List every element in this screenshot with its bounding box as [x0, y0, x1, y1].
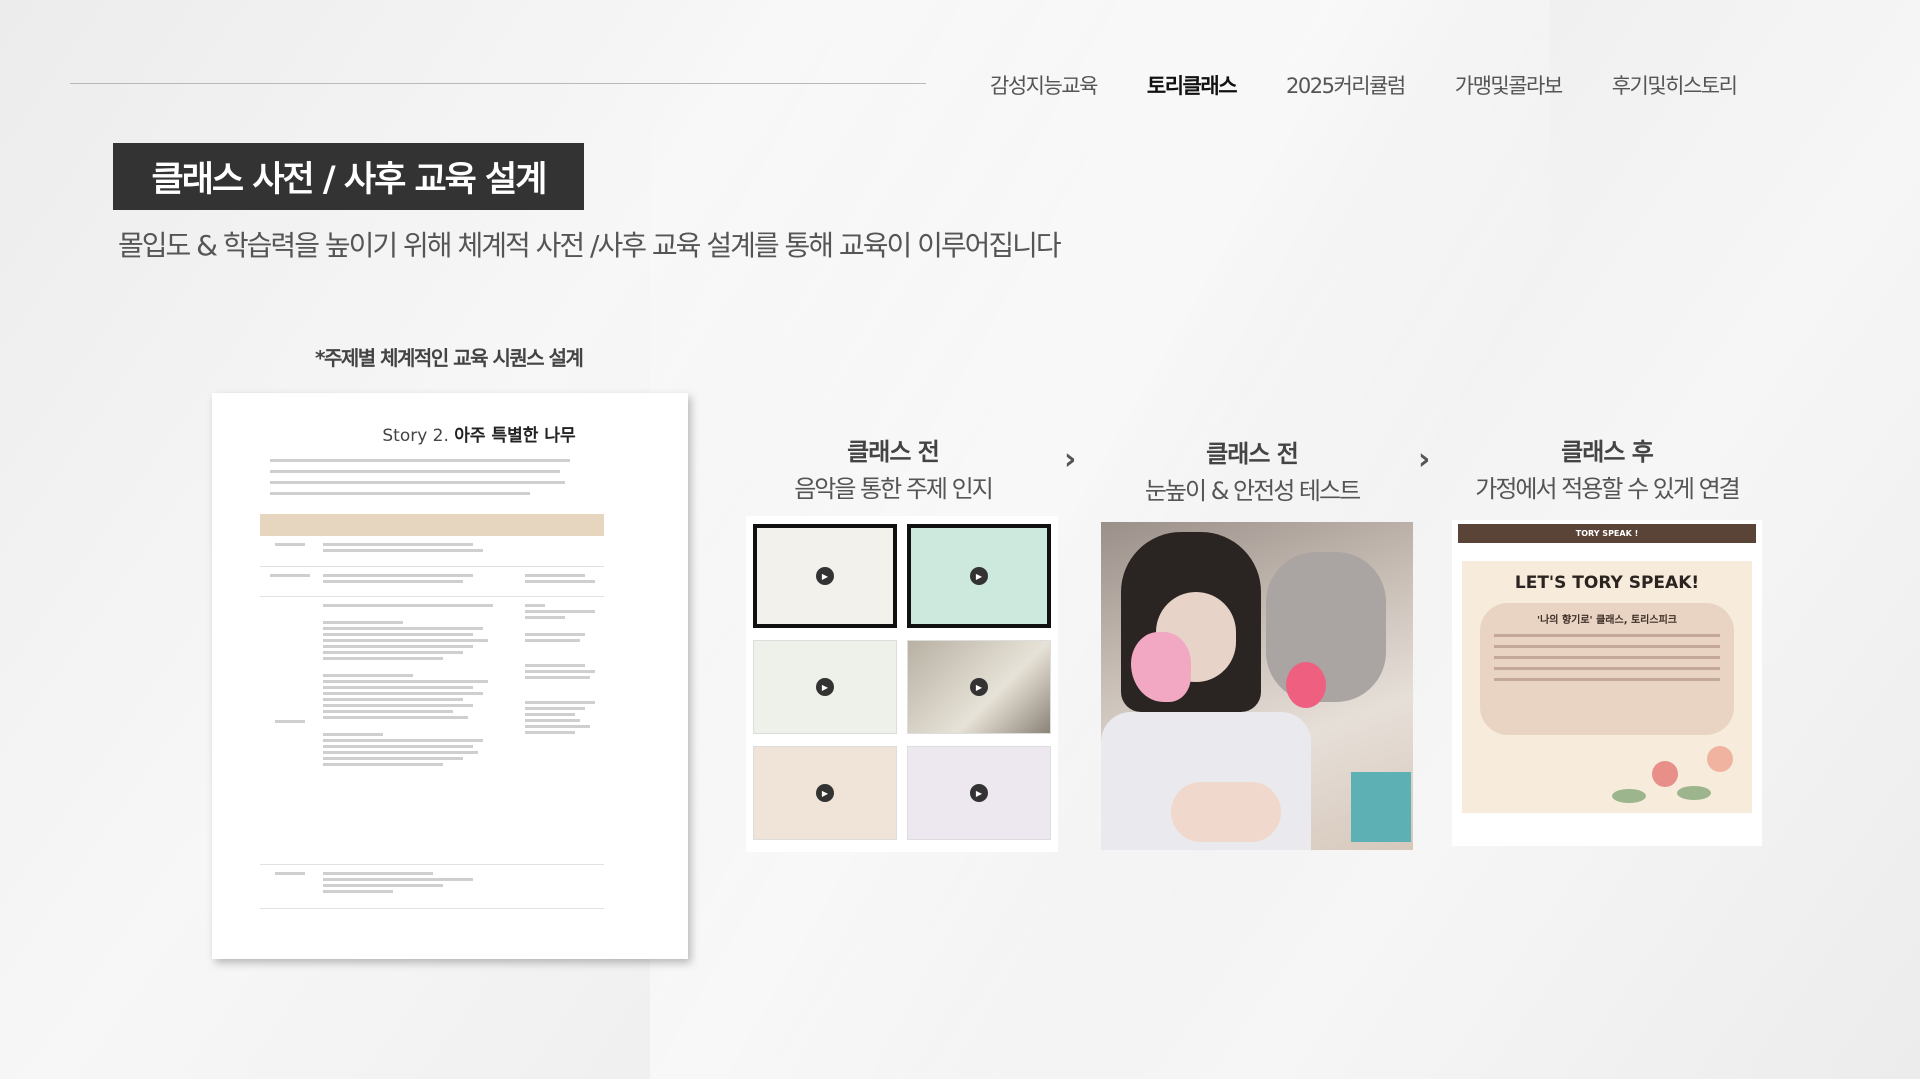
video-thumbnail[interactable]: ▶	[753, 746, 897, 840]
play-icon[interactable]: ▶	[816, 678, 834, 696]
table-header-row	[260, 514, 604, 536]
video-thumbnail[interactable]: ▶	[753, 640, 897, 734]
document-meta-line	[270, 489, 658, 498]
story-title: 아주 특별한 나무	[454, 426, 576, 446]
document-caption: *주제별 체계적인 교육 시퀀스 설계	[315, 346, 584, 370]
step-3-title: 클래스 후 가정에서 적용할 수 있게 연결	[1447, 432, 1767, 504]
class-activity-photo	[1101, 522, 1413, 850]
play-icon[interactable]: ▶	[816, 784, 834, 802]
table-row	[260, 596, 604, 865]
table-row	[260, 566, 604, 597]
document-meta-line	[270, 467, 658, 476]
tory-speak-poster: TORY SPEAK ! LET'S TORY SPEAK! '나의 향기로' …	[1452, 520, 1762, 846]
document-meta-line	[270, 456, 658, 465]
chevron-right-icon: ›	[1064, 442, 1077, 477]
music-video-thumbnails: ▶ ▶ ▶ ▶ ▶ ▶	[746, 516, 1058, 852]
video-thumbnail[interactable]: ▶	[907, 640, 1051, 734]
story-prefix: Story 2.	[382, 426, 449, 446]
lesson-plan-table	[260, 514, 604, 909]
nav-item-curriculum-2025[interactable]: 2025커리큘럼	[1286, 70, 1406, 100]
main-nav: 감성지능교육 토리클래스 2025커리큘럼 가맹및콜라보 후기및히스토리	[990, 70, 1786, 100]
table-row	[260, 864, 604, 909]
table-header-cell	[522, 514, 604, 536]
lesson-plan-document: Story 2. 아주 특별한 나무	[212, 393, 688, 959]
poster-headline: LET'S TORY SPEAK!	[1514, 573, 1700, 593]
nav-item-franchise-collab[interactable]: 가맹및콜라보	[1455, 70, 1563, 100]
video-thumbnail[interactable]: ▶	[907, 524, 1051, 628]
page-subtitle: 몰입도 & 학습력을 높이기 위해 체계적 사전 /사후 교육 설계를 통해 교…	[118, 229, 1062, 262]
leaf-icon	[1612, 789, 1646, 803]
step-1-title: 클래스 전 음악을 통한 주제 인지	[733, 432, 1053, 504]
video-thumbnail[interactable]: ▶	[907, 746, 1051, 840]
flower-icon	[1652, 761, 1678, 787]
table-header-cell	[260, 514, 320, 536]
page-title: 클래스 사전 / 사후 교육 설계	[113, 143, 584, 210]
play-icon[interactable]: ▶	[970, 567, 988, 585]
poster-card: LET'S TORY SPEAK! '나의 향기로' 클래스, 토리스피크	[1462, 561, 1752, 813]
step-2-description: 눈높이 & 안전성 테스트	[1144, 477, 1361, 505]
poster-bubble-title: '나의 향기로' 클래스, 토리스피크	[1537, 615, 1677, 626]
play-icon[interactable]: ▶	[970, 678, 988, 696]
poster-band: TORY SPEAK !	[1458, 524, 1756, 543]
nav-item-reviews-history[interactable]: 후기및히스토리	[1612, 70, 1738, 100]
header-divider	[70, 83, 926, 84]
step-1-description: 음악을 통한 주제 인지	[794, 475, 994, 503]
nav-item-tory-class[interactable]: 토리클래스	[1147, 70, 1238, 100]
step-1-heading: 클래스 전	[847, 438, 940, 466]
chevron-right-icon: ›	[1418, 442, 1431, 477]
leaf-icon	[1677, 786, 1711, 800]
flower-icon	[1707, 746, 1733, 772]
table-row	[260, 536, 604, 567]
video-thumbnail[interactable]: ▶	[753, 524, 897, 628]
play-icon[interactable]: ▶	[816, 567, 834, 585]
table-header-cell	[320, 514, 522, 536]
step-3-description: 가정에서 적용할 수 있게 연결	[1475, 475, 1740, 503]
step-3-heading: 클래스 후	[1561, 438, 1654, 466]
step-2-title: 클래스 전 눈높이 & 안전성 테스트	[1092, 434, 1412, 506]
document-story-title: Story 2. 아주 특별한 나무	[300, 421, 658, 446]
play-icon[interactable]: ▶	[970, 784, 988, 802]
poster-speech-bubble: '나의 향기로' 클래스, 토리스피크	[1480, 603, 1734, 735]
document-meta-line	[270, 478, 658, 487]
step-2-heading: 클래스 전	[1206, 440, 1299, 468]
nav-item-emotional-education[interactable]: 감성지능교육	[990, 70, 1098, 100]
